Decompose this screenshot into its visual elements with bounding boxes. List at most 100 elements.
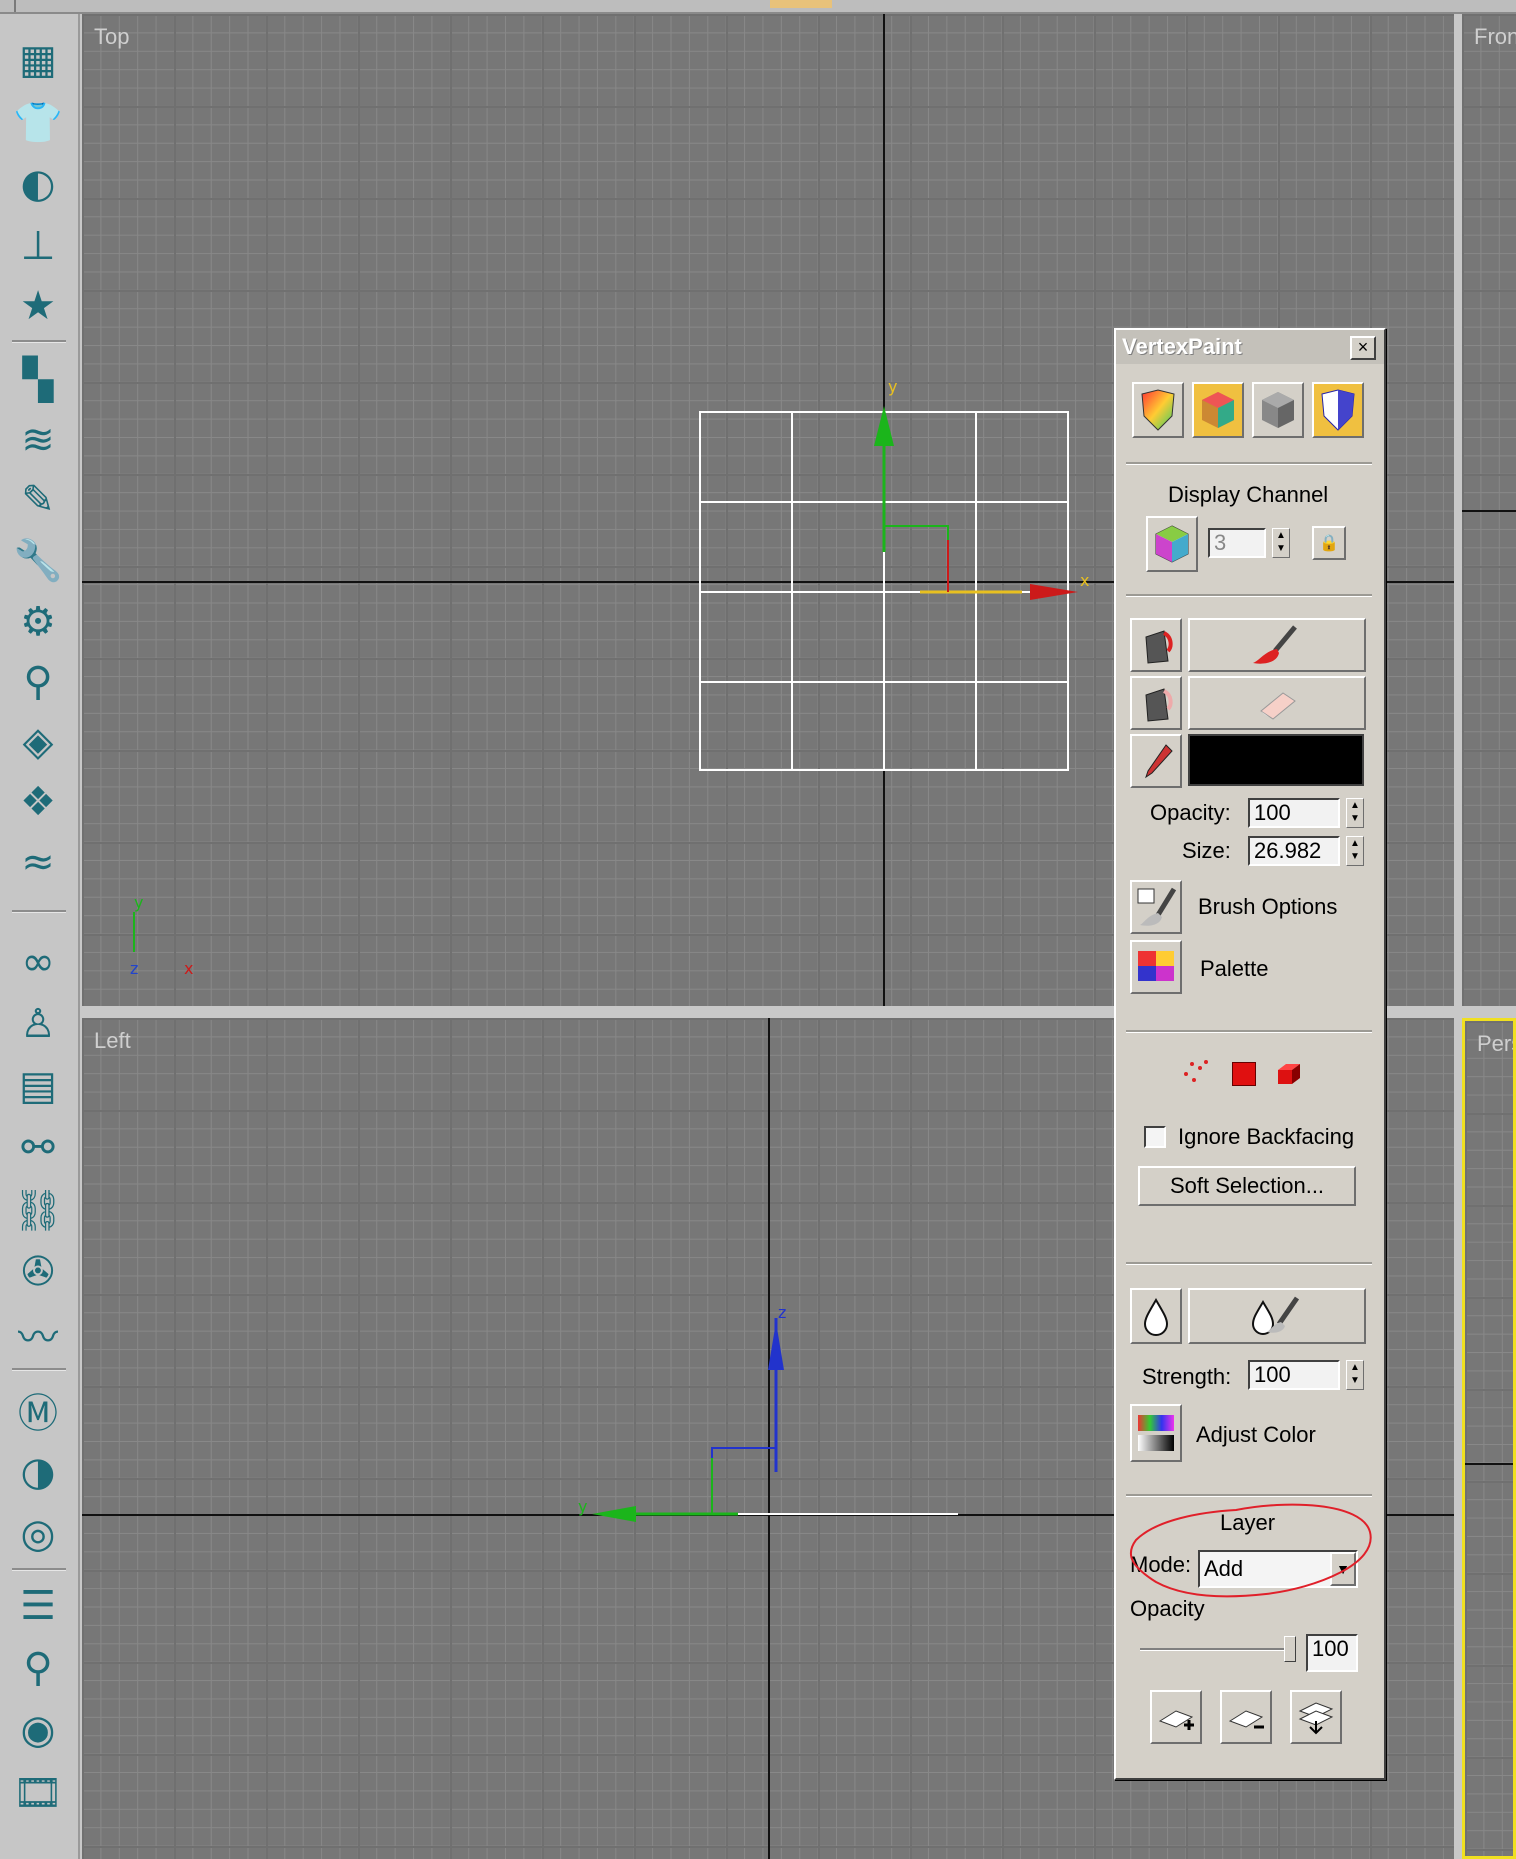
tripod-z-label: z: [130, 959, 138, 978]
palette-label: Palette: [1200, 956, 1269, 981]
vertex-select-icon[interactable]: [1180, 1058, 1210, 1088]
fish-icon[interactable]: ◈: [10, 716, 66, 768]
size-spinner[interactable]: ▲ ▼: [1346, 836, 1364, 866]
link-icon[interactable]: ⚯: [10, 1122, 66, 1174]
paint-button[interactable]: [1188, 618, 1366, 672]
material-sphere-icon[interactable]: ◑: [10, 1446, 66, 1498]
channel-display-button[interactable]: [1146, 516, 1198, 572]
pick-color-button[interactable]: [1130, 734, 1182, 788]
viewport-front[interactable]: Fron: [1462, 14, 1516, 1006]
toolbar-separator: [12, 340, 66, 343]
layer-opacity-slider-track[interactable]: [1140, 1648, 1296, 1651]
display-channel-label: Display Channel: [1168, 482, 1329, 507]
vertex-color-display-button[interactable]: [1132, 382, 1184, 438]
toolbar-separator: [12, 910, 66, 913]
render-icon[interactable]: ◉: [10, 1704, 66, 1756]
pin-icon[interactable]: ⊥: [10, 220, 66, 272]
size-label: Size:: [1182, 838, 1231, 863]
wheel-icon[interactable]: ✇: [10, 1246, 66, 1298]
strip-divider: [14, 0, 16, 12]
lock-button[interactable]: 🔒: [1312, 526, 1346, 560]
channel-spinner[interactable]: ▲ ▼: [1272, 528, 1290, 558]
layer-add-icon: [1158, 1710, 1194, 1730]
viewport-perspective[interactable]: Pers: [1462, 1018, 1516, 1859]
gizmo-z-label: z: [778, 1303, 786, 1322]
strength-spinner[interactable]: ▲ ▼: [1346, 1360, 1364, 1390]
panel-icon[interactable]: ▤: [10, 1060, 66, 1112]
list-icon[interactable]: ☰: [10, 1580, 66, 1632]
element-select-icon[interactable]: [1274, 1060, 1302, 1086]
adjust-color-label: Adjust Color: [1196, 1422, 1316, 1447]
brush-options-icon: [1137, 887, 1176, 926]
toggle-shading-button[interactable]: [1312, 382, 1364, 438]
toolbar-separator: [12, 1568, 66, 1571]
panel-title[interactable]: VertexPaint: [1116, 330, 1384, 364]
size-input[interactable]: 26.982: [1248, 836, 1340, 866]
cloth-icon[interactable]: ❖: [10, 776, 66, 828]
biped-icon[interactable]: ♙: [10, 998, 66, 1050]
opacity-spinner[interactable]: ▲ ▼: [1346, 798, 1364, 828]
layers-icon[interactable]: ≋: [10, 414, 66, 466]
gizmo-y-label: y: [888, 377, 897, 396]
gear-icon[interactable]: ⚙: [10, 596, 66, 648]
tripod-x-label: x: [184, 959, 193, 978]
rgb-cube-icon: [1155, 525, 1189, 563]
erase-button[interactable]: [1188, 676, 1366, 730]
layer-opacity-slider-handle[interactable]: [1284, 1636, 1296, 1662]
layer-opacity-input[interactable]: 100: [1306, 1634, 1358, 1672]
new-layer-button[interactable]: [1150, 1690, 1202, 1744]
erase-all-button[interactable]: [1130, 676, 1182, 730]
pencil-icon[interactable]: ✎: [10, 474, 66, 526]
condense-layers-button[interactable]: [1290, 1690, 1342, 1744]
shaded-shield-icon: [1141, 389, 1175, 431]
opacity-input[interactable]: 100: [1248, 798, 1340, 828]
layer-remove-icon: [1228, 1710, 1264, 1729]
film-render-icon[interactable]: 🎞: [10, 1766, 66, 1818]
tshirt-icon[interactable]: 👕: [10, 96, 66, 148]
rope-icon[interactable]: 〰: [10, 1308, 66, 1361]
gizmo-y-label: y: [578, 1497, 587, 1516]
viewport-label[interactable]: Fron: [1474, 24, 1516, 50]
droplet-icon: [1143, 1298, 1169, 1336]
brush-options-label: Brush Options: [1198, 894, 1338, 919]
paint-all-button[interactable]: [1130, 618, 1182, 672]
material-tshirt-icon[interactable]: Ⓜ: [10, 1384, 66, 1437]
delete-layer-button[interactable]: [1220, 1690, 1272, 1744]
close-button[interactable]: ×: [1350, 336, 1376, 360]
star-figure-icon[interactable]: ★: [10, 280, 66, 332]
disable-vertex-color-button[interactable]: [1252, 382, 1304, 438]
sphere-icon[interactable]: ◐: [10, 158, 66, 210]
strip-highlight: [770, 0, 832, 8]
knot-icon[interactable]: ∞: [10, 936, 66, 988]
paint-bucket-icon: [1145, 630, 1173, 664]
blur-brush-button[interactable]: [1188, 1288, 1366, 1344]
ignore-backfacing-label: Ignore Backfacing: [1178, 1124, 1355, 1149]
waves-icon[interactable]: ≈: [10, 836, 66, 888]
wrench-icon[interactable]: 🔧: [10, 534, 66, 586]
boxes-icon[interactable]: ▦: [10, 34, 66, 86]
weathervane-icon[interactable]: ⚲: [10, 656, 66, 708]
vertex-color-unshaded-button[interactable]: [1192, 382, 1244, 438]
paintbrush-icon: [1253, 625, 1297, 664]
brush-options-button[interactable]: [1130, 880, 1182, 934]
bone-icon[interactable]: ⛓: [10, 1184, 66, 1236]
gray-cube-icon: [1262, 392, 1294, 428]
strength-input[interactable]: 100: [1248, 1360, 1340, 1390]
adjust-color-button[interactable]: [1130, 1404, 1182, 1462]
blur-all-button[interactable]: [1130, 1288, 1182, 1344]
color-cube-icon: [1202, 392, 1234, 428]
menu-strip: [0, 0, 1516, 14]
material-map-icon[interactable]: ◎: [10, 1508, 66, 1560]
strength-label: Strength:: [1142, 1364, 1232, 1389]
layer-condense-icon: [1298, 1702, 1334, 1735]
lock-icon: 🔒: [1319, 535, 1339, 552]
soft-selection-button[interactable]: Soft Selection...: [1138, 1166, 1356, 1206]
display-channel-input[interactable]: 3: [1208, 528, 1266, 558]
palette-button[interactable]: [1130, 940, 1182, 994]
magnifier-icon[interactable]: ⚲: [10, 1642, 66, 1694]
checker-icon[interactable]: ▚: [10, 354, 66, 406]
paint-color-swatch[interactable]: [1188, 734, 1364, 786]
face-select-icon[interactable]: [1232, 1062, 1256, 1086]
viewport-label[interactable]: Pers: [1477, 1031, 1513, 1057]
ignore-backfacing-checkbox[interactable]: [1144, 1126, 1166, 1148]
